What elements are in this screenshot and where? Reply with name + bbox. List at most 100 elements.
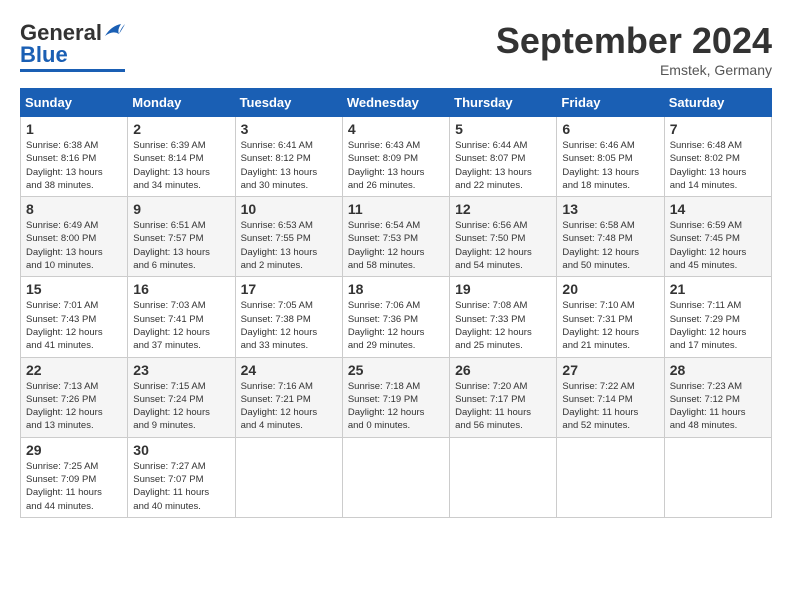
day-of-week-monday: Monday	[128, 89, 235, 117]
day-info: Sunrise: 7:25 AM Sunset: 7:09 PM Dayligh…	[26, 460, 122, 513]
page-header: General Blue September 2024 Emstek, Germ…	[20, 20, 772, 78]
day-info: Sunrise: 7:01 AM Sunset: 7:43 PM Dayligh…	[26, 299, 122, 352]
day-of-week-saturday: Saturday	[664, 89, 771, 117]
day-number: 26	[455, 362, 551, 378]
day-info: Sunrise: 7:18 AM Sunset: 7:19 PM Dayligh…	[348, 380, 444, 433]
day-info: Sunrise: 7:08 AM Sunset: 7:33 PM Dayligh…	[455, 299, 551, 352]
calendar-cell	[235, 437, 342, 517]
day-number: 3	[241, 121, 337, 137]
calendar-cell: 11 Sunrise: 6:54 AM Sunset: 7:53 PM Dayli…	[342, 197, 449, 277]
day-number: 16	[133, 281, 229, 297]
day-info: Sunrise: 7:20 AM Sunset: 7:17 PM Dayligh…	[455, 380, 551, 433]
day-number: 18	[348, 281, 444, 297]
day-number: 2	[133, 121, 229, 137]
day-info: Sunrise: 6:51 AM Sunset: 7:57 PM Dayligh…	[133, 219, 229, 272]
logo-bird-icon	[103, 22, 125, 40]
title-block: September 2024 Emstek, Germany	[496, 20, 772, 78]
month-title: September 2024	[496, 20, 772, 62]
day-info: Sunrise: 7:16 AM Sunset: 7:21 PM Dayligh…	[241, 380, 337, 433]
day-number: 30	[133, 442, 229, 458]
day-info: Sunrise: 6:44 AM Sunset: 8:07 PM Dayligh…	[455, 139, 551, 192]
calendar-cell: 6Sunrise: 6:46 AM Sunset: 8:05 PM Daylig…	[557, 117, 664, 197]
day-info: Sunrise: 7:13 AM Sunset: 7:26 PM Dayligh…	[26, 380, 122, 433]
calendar-cell: 27 Sunrise: 7:22 AM Sunset: 7:14 PM Dayli…	[557, 357, 664, 437]
day-number: 13	[562, 201, 658, 217]
day-number: 25	[348, 362, 444, 378]
calendar-cell: 14 Sunrise: 6:59 AM Sunset: 7:45 PM Dayli…	[664, 197, 771, 277]
day-number: 19	[455, 281, 551, 297]
calendar-row-1: 8 Sunrise: 6:49 AM Sunset: 8:00 PM Daylig…	[21, 197, 772, 277]
day-info: Sunrise: 6:59 AM Sunset: 7:45 PM Dayligh…	[670, 219, 766, 272]
calendar-cell: 26 Sunrise: 7:20 AM Sunset: 7:17 PM Dayli…	[450, 357, 557, 437]
day-number: 24	[241, 362, 337, 378]
day-info: Sunrise: 7:06 AM Sunset: 7:36 PM Dayligh…	[348, 299, 444, 352]
calendar-cell	[557, 437, 664, 517]
calendar-cell: 19 Sunrise: 7:08 AM Sunset: 7:33 PM Dayli…	[450, 277, 557, 357]
day-info: Sunrise: 6:43 AM Sunset: 8:09 PM Dayligh…	[348, 139, 444, 192]
calendar-row-4: 29 Sunrise: 7:25 AM Sunset: 7:09 PM Dayli…	[21, 437, 772, 517]
day-info: Sunrise: 6:46 AM Sunset: 8:05 PM Dayligh…	[562, 139, 658, 192]
day-number: 10	[241, 201, 337, 217]
day-of-week-friday: Friday	[557, 89, 664, 117]
logo-blue: Blue	[20, 42, 68, 68]
calendar-cell: 29 Sunrise: 7:25 AM Sunset: 7:09 PM Dayli…	[21, 437, 128, 517]
day-info: Sunrise: 7:03 AM Sunset: 7:41 PM Dayligh…	[133, 299, 229, 352]
day-number: 23	[133, 362, 229, 378]
day-info: Sunrise: 7:23 AM Sunset: 7:12 PM Dayligh…	[670, 380, 766, 433]
day-number: 1	[26, 121, 122, 137]
day-number: 22	[26, 362, 122, 378]
day-info: Sunrise: 6:54 AM Sunset: 7:53 PM Dayligh…	[348, 219, 444, 272]
calendar-cell: 30Sunrise: 7:27 AM Sunset: 7:07 PM Dayli…	[128, 437, 235, 517]
day-info: Sunrise: 7:22 AM Sunset: 7:14 PM Dayligh…	[562, 380, 658, 433]
day-number: 8	[26, 201, 122, 217]
day-number: 28	[670, 362, 766, 378]
day-number: 29	[26, 442, 122, 458]
calendar-cell: 16 Sunrise: 7:03 AM Sunset: 7:41 PM Dayli…	[128, 277, 235, 357]
calendar-row-0: 1 Sunrise: 6:38 AM Sunset: 8:16 PM Daylig…	[21, 117, 772, 197]
calendar-cell: 9 Sunrise: 6:51 AM Sunset: 7:57 PM Daylig…	[128, 197, 235, 277]
calendar-cell: 21 Sunrise: 7:11 AM Sunset: 7:29 PM Dayli…	[664, 277, 771, 357]
day-of-week-tuesday: Tuesday	[235, 89, 342, 117]
day-info: Sunrise: 6:49 AM Sunset: 8:00 PM Dayligh…	[26, 219, 122, 272]
calendar-cell: 2 Sunrise: 6:39 AM Sunset: 8:14 PM Daylig…	[128, 117, 235, 197]
location: Emstek, Germany	[496, 62, 772, 78]
calendar-cell	[342, 437, 449, 517]
calendar-cell: 15Sunrise: 7:01 AM Sunset: 7:43 PM Dayli…	[21, 277, 128, 357]
day-of-week-thursday: Thursday	[450, 89, 557, 117]
day-number: 9	[133, 201, 229, 217]
calendar-cell: 7Sunrise: 6:48 AM Sunset: 8:02 PM Daylig…	[664, 117, 771, 197]
day-info: Sunrise: 6:56 AM Sunset: 7:50 PM Dayligh…	[455, 219, 551, 272]
calendar-cell: 28 Sunrise: 7:23 AM Sunset: 7:12 PM Dayli…	[664, 357, 771, 437]
day-number: 20	[562, 281, 658, 297]
logo: General Blue	[20, 20, 125, 72]
calendar-row-2: 15Sunrise: 7:01 AM Sunset: 7:43 PM Dayli…	[21, 277, 772, 357]
calendar-cell: 18 Sunrise: 7:06 AM Sunset: 7:36 PM Dayli…	[342, 277, 449, 357]
day-info: Sunrise: 7:05 AM Sunset: 7:38 PM Dayligh…	[241, 299, 337, 352]
calendar-cell: 20 Sunrise: 7:10 AM Sunset: 7:31 PM Dayli…	[557, 277, 664, 357]
day-of-week-sunday: Sunday	[21, 89, 128, 117]
day-info: Sunrise: 6:41 AM Sunset: 8:12 PM Dayligh…	[241, 139, 337, 192]
calendar-cell: 25 Sunrise: 7:18 AM Sunset: 7:19 PM Dayli…	[342, 357, 449, 437]
day-number: 11	[348, 201, 444, 217]
day-number: 5	[455, 121, 551, 137]
day-info: Sunrise: 7:10 AM Sunset: 7:31 PM Dayligh…	[562, 299, 658, 352]
day-info: Sunrise: 6:38 AM Sunset: 8:16 PM Dayligh…	[26, 139, 122, 192]
day-number: 4	[348, 121, 444, 137]
days-header-row: SundayMondayTuesdayWednesdayThursdayFrid…	[21, 89, 772, 117]
calendar-cell	[450, 437, 557, 517]
calendar-row-3: 22 Sunrise: 7:13 AM Sunset: 7:26 PM Dayli…	[21, 357, 772, 437]
day-number: 21	[670, 281, 766, 297]
day-info: Sunrise: 7:11 AM Sunset: 7:29 PM Dayligh…	[670, 299, 766, 352]
day-info: Sunrise: 6:53 AM Sunset: 7:55 PM Dayligh…	[241, 219, 337, 272]
logo-underline	[20, 69, 125, 72]
day-info: Sunrise: 6:39 AM Sunset: 8:14 PM Dayligh…	[133, 139, 229, 192]
calendar-cell: 24 Sunrise: 7:16 AM Sunset: 7:21 PM Dayli…	[235, 357, 342, 437]
day-number: 27	[562, 362, 658, 378]
calendar-cell: 8 Sunrise: 6:49 AM Sunset: 8:00 PM Daylig…	[21, 197, 128, 277]
day-info: Sunrise: 6:48 AM Sunset: 8:02 PM Dayligh…	[670, 139, 766, 192]
day-number: 17	[241, 281, 337, 297]
calendar-cell: 13Sunrise: 6:58 AM Sunset: 7:48 PM Dayli…	[557, 197, 664, 277]
day-of-week-wednesday: Wednesday	[342, 89, 449, 117]
day-info: Sunrise: 7:15 AM Sunset: 7:24 PM Dayligh…	[133, 380, 229, 433]
day-number: 14	[670, 201, 766, 217]
